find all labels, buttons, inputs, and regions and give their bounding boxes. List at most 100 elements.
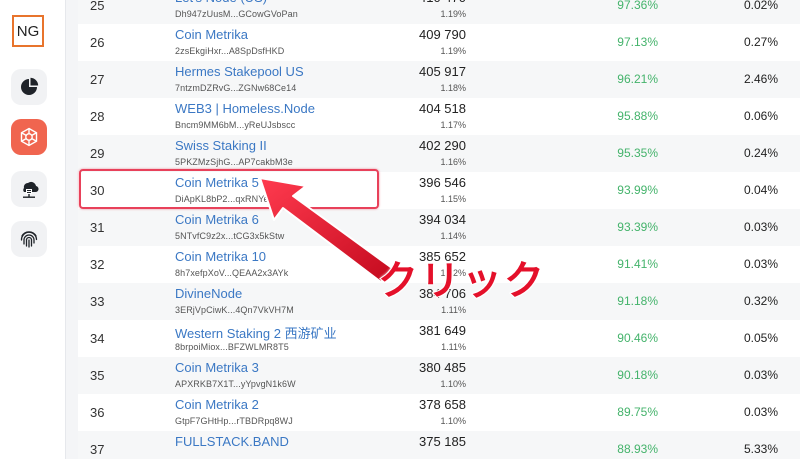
rank-cell: 35: [90, 368, 105, 383]
table-row[interactable]: 34 Western Staking 2 西游矿业 8brpoiMiox...BFZ…: [78, 320, 800, 357]
rank-cell: 29: [90, 146, 105, 161]
rank-cell: 26: [90, 35, 105, 50]
stake-share: 1.10%: [440, 416, 466, 426]
stake-share: 1.16%: [440, 157, 466, 167]
rank-cell: 37: [90, 442, 105, 457]
validator-address: 2zsEkgiHxr...A8SpDsfHKD: [175, 46, 285, 56]
uptime-value: 88.93%: [617, 442, 658, 456]
validator-name-link[interactable]: Coin Metrika 10: [175, 249, 266, 264]
stake-share: 1.19%: [440, 9, 466, 19]
nav-validators-button[interactable]: [11, 119, 47, 155]
validator-name-link[interactable]: Hermes Stakepool US: [175, 64, 304, 79]
table-row[interactable]: 35 Coin Metrika 3 APXRKB7X1T...yYpvgN1k6W 3…: [78, 357, 800, 394]
fee-value: 0.03%: [743, 220, 778, 234]
fingerprint-icon: [20, 231, 38, 248]
rank-cell: 28: [90, 109, 105, 124]
stake-amount: 410 470: [419, 0, 466, 5]
fee-value: 0.03%: [743, 405, 778, 419]
table-row[interactable]: 29 Swiss Staking II 5PKZMzSjhG...AP7cakbM3…: [78, 135, 800, 172]
uptime-value: 91.41%: [617, 257, 658, 271]
table-row[interactable]: 27 Hermes Stakepool US 7ntzmDZRvG...ZGNw68…: [78, 61, 800, 98]
fee-value: 0.03%: [743, 368, 778, 382]
uptime-value: 96.21%: [617, 72, 658, 86]
nav-nodes-button[interactable]: [11, 171, 47, 207]
table-row[interactable]: 36 Coin Metrika 2 GtpF7GHtHp...rTBDRpq8WJ 3…: [78, 394, 800, 431]
validator-name-link[interactable]: DivineNode: [175, 286, 242, 301]
validator-address: 5NTvfC9z2x...tCG3x5kStw: [175, 231, 285, 241]
validator-address: APXRKB7X1T...yYpvgN1k6W: [175, 379, 296, 389]
sidebar: NG: [0, 0, 66, 459]
validator-name-link[interactable]: Coin Metrika: [175, 27, 248, 42]
validator-address: Bncm9MM6bM...yReUJsbscc: [175, 120, 296, 130]
validator-name-link[interactable]: Coin Metrika 3: [175, 360, 259, 375]
table-row[interactable]: 37 FULLSTACK.BAND 375 185 88.93% 5.33%: [78, 431, 800, 459]
fee-value: 0.32%: [743, 294, 778, 308]
fee-value: 0.02%: [743, 0, 778, 12]
validator-address: 8h7xefpXoV...QEAA2x3AYk: [175, 268, 289, 278]
nav-security-button[interactable]: [11, 221, 47, 257]
stake-amount: 375 185: [419, 434, 466, 449]
stake-share: 1.17%: [440, 120, 466, 130]
stake-amount: 409 790: [419, 27, 466, 42]
pie-chart-icon: [21, 77, 39, 95]
rank-cell: 32: [90, 257, 105, 272]
uptime-value: 93.99%: [617, 183, 658, 197]
validator-name-link[interactable]: Swiss Staking II: [175, 138, 267, 153]
cloud-server-icon: [23, 181, 39, 198]
uptime-value: 95.88%: [617, 109, 658, 123]
uptime-value: 91.18%: [617, 294, 658, 308]
uptime-value: 90.46%: [617, 331, 658, 345]
rank-cell: 31: [90, 220, 105, 235]
validator-address: GtpF7GHtHp...rTBDRpq8WJ: [175, 416, 293, 426]
fee-value: 0.27%: [743, 35, 778, 49]
highlight-box: [79, 169, 379, 209]
stake-amount: 381 649: [419, 323, 466, 338]
table-row[interactable]: 25 Let's Node (US) Dh947zUusM...GCowGVoPan…: [78, 0, 800, 24]
fee-value: 0.24%: [743, 146, 778, 160]
app-logo[interactable]: NG: [12, 15, 44, 47]
stake-share: 1.15%: [440, 194, 466, 204]
validator-name-link[interactable]: Coin Metrika 6: [175, 212, 259, 227]
table-row[interactable]: 31 Coin Metrika 6 5NTvfC9z2x...tCG3x5kStw 3…: [78, 209, 800, 246]
stake-amount: 378 658: [419, 397, 466, 412]
uptime-value: 89.75%: [617, 405, 658, 419]
table-row[interactable]: 26 Coin Metrika 2zsEkgiHxr...A8SpDsfHKD 409…: [78, 24, 800, 61]
stake-amount: 380 485: [419, 360, 466, 375]
fee-value: 0.03%: [743, 257, 778, 271]
fee-value: 2.46%: [743, 72, 778, 86]
uptime-value: 90.18%: [617, 368, 658, 382]
validator-name-link[interactable]: FULLSTACK.BAND: [175, 434, 289, 449]
stake-share: 1.18%: [440, 83, 466, 93]
stake-share: 1.19%: [440, 46, 466, 56]
validator-address: 8brpoiMiox...BFZWLMR8T5: [175, 342, 289, 352]
fee-value: 0.04%: [743, 183, 778, 197]
stake-share: 1.10%: [440, 379, 466, 389]
validator-name-link[interactable]: Let's Node (US): [175, 0, 267, 5]
validators-table: 25 Let's Node (US) Dh947zUusM...GCowGVoPan…: [78, 0, 800, 459]
stake-amount: 394 034: [419, 212, 466, 227]
stake-share: 1.14%: [440, 231, 466, 241]
rank-cell: 25: [90, 0, 105, 13]
rank-cell: 34: [90, 331, 105, 346]
stake-amount: 396 546: [419, 175, 466, 190]
fee-value: 0.06%: [743, 109, 778, 123]
validator-name-link[interactable]: Coin Metrika 2: [175, 397, 259, 412]
validator-name-link[interactable]: WEB3 | Homeless.Node: [175, 101, 315, 116]
uptime-value: 95.35%: [617, 146, 658, 160]
validator-address: Dh947zUusM...GCowGVoPan: [175, 9, 298, 19]
uptime-value: 93.39%: [617, 220, 658, 234]
rank-cell: 27: [90, 72, 105, 87]
stake-amount: 404 518: [419, 101, 466, 116]
stake-amount: 405 917: [419, 64, 466, 79]
fee-value: 0.05%: [743, 331, 778, 345]
rank-cell: 36: [90, 405, 105, 420]
fee-value: 5.33%: [743, 442, 778, 456]
nav-dashboard-button[interactable]: [11, 69, 47, 105]
validator-name-link[interactable]: Western Staking 2 西游矿业: [175, 323, 337, 342]
table-row[interactable]: 28 WEB3 | Homeless.Node Bncm9MM6bM...yReUJ…: [78, 98, 800, 135]
click-callout-text: クリック: [377, 258, 546, 304]
stake-share: 1.11%: [441, 305, 466, 315]
network-icon: [20, 127, 38, 147]
validator-address: 3ERjVpCiwK...4Qn7VkVH7M: [175, 305, 294, 315]
validator-address: 5PKZMzSjhG...AP7cakbM3e: [175, 157, 293, 167]
